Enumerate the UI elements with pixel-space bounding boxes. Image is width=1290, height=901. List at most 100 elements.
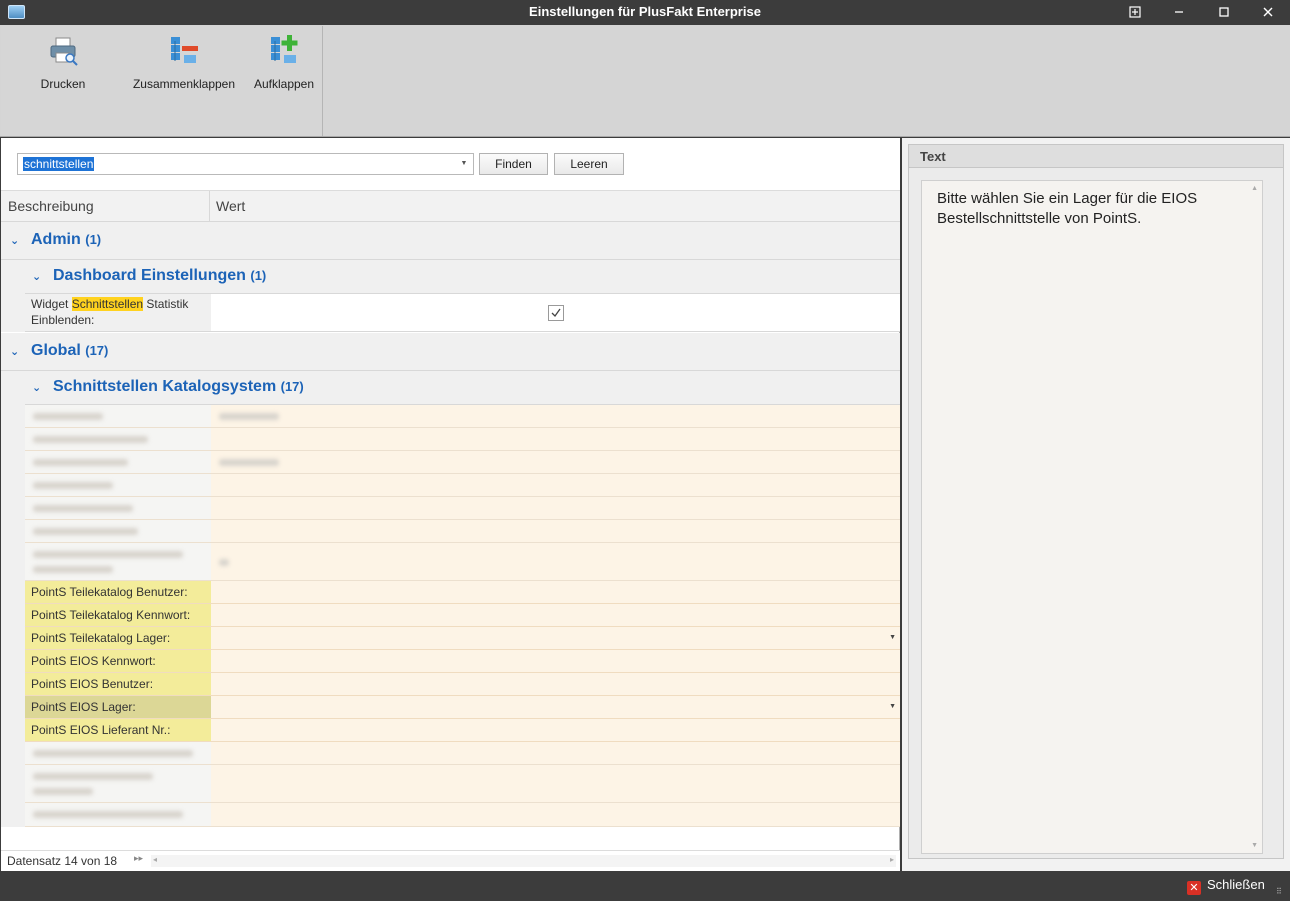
collapse-tree-icon [171,37,198,63]
close-icon[interactable] [1257,2,1279,22]
row-label: PointS EIOS Kennwort: [25,650,211,672]
close-button-label: Schließen [1207,877,1265,892]
row-value[interactable] [211,650,900,672]
horizontal-scrollbar[interactable]: ◂ ▸ [151,855,896,867]
blurred-row [25,497,900,520]
next-record-icon[interactable]: ▸▸ [134,853,143,864]
column-separator[interactable] [209,191,210,222]
collapse-label: Zusammenklappen [132,77,236,91]
row-label: PointS Teilekatalog Kennwort: [25,604,211,626]
subgroup-title: Dashboard Einstellungen (1) [53,267,266,285]
expand-tree-icon [271,35,298,63]
row-value[interactable] [211,294,900,331]
row-label: PointS Teilekatalog Lager: [25,627,211,649]
window-title: Einstellungen für PlusFakt Enterprise [529,4,761,19]
blurred-row [25,428,900,451]
row-label-text: Widget [31,297,72,311]
chevron-down-icon[interactable]: ▼ [889,627,896,649]
chevron-down-icon[interactable]: ⌄ [32,270,41,283]
group-count: (17) [85,343,109,358]
collapse-button[interactable]: Zusammenklappen [129,26,239,106]
group-global[interactable]: ⌄ Global (17) [1,333,900,371]
table-row[interactable]: PointS EIOS Lieferant Nr.: [25,719,900,742]
expand-button[interactable]: Aufklappen [248,26,320,106]
indent-strip [1,260,25,332]
subgroup-title-text: Schnittstellen Katalogsystem [53,378,277,395]
chevron-down-icon[interactable]: ⌄ [10,234,19,247]
chevron-down-icon[interactable]: ▼ [457,155,471,173]
ribbon-group: Drucken Zusammenklappen Aufklappen [1,26,323,136]
group-title-text: Global [31,342,81,359]
search-highlight: Schnittstellen [71,297,144,311]
title-bar: Einstellungen für PlusFakt Enterprise [0,0,1290,25]
row-value[interactable]: ▼ [211,627,900,649]
minimize-icon[interactable] [1168,2,1190,22]
ribbon: Drucken Zusammenklappen Aufklappen [0,25,1290,137]
search-input-value[interactable]: schnittstellen [23,157,95,171]
column-header-value[interactable]: Wert [216,198,245,214]
maximize-icon[interactable] [1213,2,1235,22]
table-row[interactable]: PointS EIOS Benutzer: [25,673,900,696]
description-panel-body: Bitte wählen Sie ein Lager für die EIOS … [908,168,1284,859]
scroll-right-icon[interactable]: ▸ [890,855,894,864]
blurred-row [25,520,900,543]
scroll-left-icon[interactable]: ◂ [153,855,157,864]
subgroup-count: (17) [280,379,304,394]
table-row[interactable]: PointS Teilekatalog Kennwort: [25,604,900,627]
table-row[interactable]: PointS Teilekatalog Lager: ▼ [25,627,900,650]
restore-icon[interactable] [1124,2,1146,22]
row-label: PointS EIOS Lager: [25,696,211,718]
subgroup-dashboard-settings[interactable]: ⌄ Dashboard Einstellungen (1) [25,260,900,294]
subgroup-title: Schnittstellen Katalogsystem (17) [53,378,304,396]
expand-label: Aufklappen [253,77,315,91]
row-value[interactable] [211,673,900,695]
row-value[interactable] [211,581,900,603]
print-button[interactable]: Drucken [23,26,103,106]
group-title: Global (17) [31,342,108,360]
print-label: Drucken [40,77,86,91]
footer-bar: ✕ Schließen ⠿ [0,871,1290,901]
row-label-text: Einblenden: [31,313,95,327]
close-button[interactable]: ✕ Schließen [1187,877,1265,895]
chevron-down-icon[interactable]: ⌄ [32,381,41,394]
blurred-row [25,765,900,803]
scroll-down-icon[interactable]: ▼ [1251,842,1258,849]
row-label: PointS EIOS Benutzer: [25,673,211,695]
table-row[interactable]: Widget Schnittstellen Statistik Einblend… [25,294,900,332]
search-bar: schnittstellen ▼ Finden Leeren [1,138,900,191]
blurred-row [25,474,900,497]
table-row[interactable]: PointS EIOS Kennwort: [25,650,900,673]
group-count: (1) [85,232,102,247]
group-admin[interactable]: ⌄ Admin (1) [1,222,900,260]
group-title: Admin (1) [31,231,101,249]
row-label-text: Statistik [143,297,189,311]
group-title-text: Admin [31,231,81,248]
indent-strip [1,371,25,827]
row-label: Widget Schnittstellen Statistik Einblend… [25,294,211,331]
description-panel-title: Text [920,149,946,164]
column-header: Beschreibung Wert [1,191,900,222]
checkbox-checked-icon[interactable] [548,305,564,321]
description-text: Bitte wählen Sie ein Lager für die EIOS … [937,190,1198,227]
column-header-description[interactable]: Beschreibung [8,198,94,214]
close-x-icon: ✕ [1187,881,1201,895]
record-counter: Datensatz 14 von 18 [7,854,118,868]
chevron-down-icon[interactable]: ⌄ [10,345,19,358]
subgroup-count: (1) [250,268,267,283]
scroll-up-icon[interactable]: ▲ [1251,185,1258,192]
find-button[interactable]: Finden [479,153,548,175]
row-value[interactable] [211,604,900,626]
description-text-area[interactable]: Bitte wählen Sie ein Lager für die EIOS … [921,180,1263,854]
chevron-down-icon[interactable]: ▼ [889,696,896,718]
row-value[interactable]: ▼ [211,696,900,718]
resize-grip-icon[interactable]: ⠿ [1276,887,1286,897]
row-value[interactable] [211,719,900,741]
description-panel-header: Text [908,144,1284,168]
table-row-selected[interactable]: PointS EIOS Lager: ▼ [25,696,900,719]
search-input[interactable]: schnittstellen ▼ [17,153,474,175]
clear-button[interactable]: Leeren [554,153,624,175]
table-row[interactable]: PointS Teilekatalog Benutzer: [25,581,900,604]
record-navigator: Datensatz 14 von 18 ▸▸ ◂ ▸ [1,850,900,871]
blurred-row [25,405,900,428]
subgroup-interfaces-catalog[interactable]: ⌄ Schnittstellen Katalogsystem (17) [25,371,900,405]
